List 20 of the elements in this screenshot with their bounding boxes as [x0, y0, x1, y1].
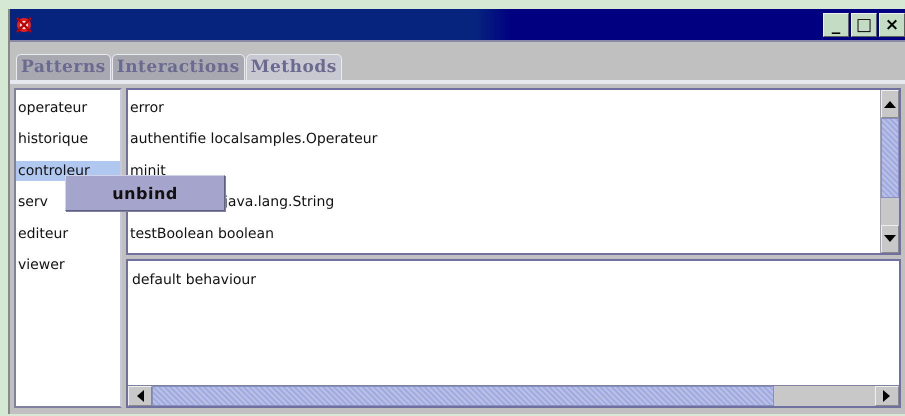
left-arrow-icon[interactable] [136, 390, 144, 402]
method-item[interactable]: authentifie localsamples.Operateur [128, 131, 378, 148]
list-item[interactable]: editeur [16, 224, 120, 244]
menu-item[interactable]: unbind [112, 184, 178, 202]
list-item[interactable]: operateur [16, 98, 120, 118]
list-item[interactable]: historique [16, 129, 120, 150]
method-item[interactable]: error [128, 100, 164, 116]
list-item[interactable]: viewer [16, 255, 120, 276]
method-item[interactable]: minit [128, 162, 166, 179]
down-arrow-icon[interactable] [884, 235, 896, 243]
minimize-button[interactable]: _ [823, 12, 849, 36]
vertical-scrollbar[interactable] [880, 90, 899, 253]
horizontal-scrollbar[interactable] [128, 385, 899, 406]
close-button[interactable]: × [879, 12, 905, 36]
up-arrow-icon[interactable] [884, 100, 896, 108]
right-arrow-icon[interactable] [883, 390, 891, 402]
description-text: default behaviour [131, 271, 258, 290]
app-icon [14, 14, 34, 34]
method-item[interactable]: testBoolean boolean [128, 226, 274, 242]
maximize-button[interactable]: □ [851, 12, 877, 36]
